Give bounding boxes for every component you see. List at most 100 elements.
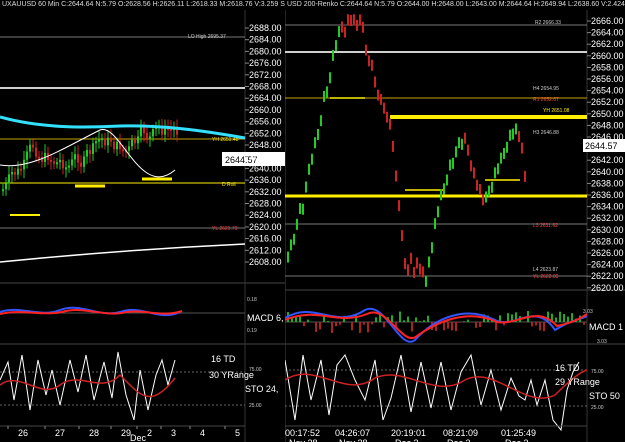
- right-renko-brick: [350, 15, 352, 27]
- right-annot-r2: R2 2666.33: [535, 20, 561, 26]
- left-candle-body: [71, 159, 73, 166]
- right-renko-brick: [470, 160, 472, 172]
- left-candle-body: [146, 133, 148, 139]
- left-macd-tick-2: 0.19: [247, 328, 257, 334]
- right-macd-bar: [559, 311, 561, 322]
- right-macd-bar: [319, 322, 321, 330]
- left-price-label: 2628.00: [249, 199, 282, 209]
- left-price-label: 2648.00: [249, 140, 282, 150]
- left-candle-body: [65, 167, 67, 170]
- right-macd-bar: [379, 314, 381, 322]
- right-renko-brick: [524, 170, 526, 182]
- right-renko-brick: [425, 275, 427, 287]
- right-x-label: 01:25:49: [501, 428, 536, 438]
- right-annot-r1: R1 2652.67: [533, 97, 559, 103]
- left-price-scale: 2688.00 2684.002680.00 2676.00 2672.00 2668.…: [245, 23, 282, 267]
- right-renko-brick: [332, 49, 334, 61]
- right-y-label: 2658.00: [591, 62, 624, 72]
- right-renko-brick: [299, 203, 301, 215]
- left-chart-canvas[interactable]: LO High 2695.37 YH 2651.48 D Roll YL 262…: [0, 0, 285, 442]
- right-renko-brick: [404, 258, 406, 270]
- left-chart-pane[interactable]: UXAUUSD 60 Min C:2644.64 N:5.79 O:2628.5…: [0, 0, 285, 442]
- right-macd-bar: [567, 316, 569, 322]
- left-price-label: 2672.00: [249, 70, 282, 80]
- right-renko-brick: [437, 206, 439, 218]
- right-macd-bar: [359, 322, 361, 333]
- right-renko-brick: [500, 152, 502, 164]
- right-y-label: 2624.00: [591, 260, 624, 270]
- right-renko-brick: [509, 129, 511, 141]
- right-macd-bar: [415, 317, 417, 322]
- left-candle-body: [59, 159, 61, 163]
- right-renko-brick: [518, 131, 520, 143]
- right-x-date: Nov 28: [289, 438, 318, 442]
- right-renko-brick: [506, 141, 508, 153]
- right-macd-bar: [375, 317, 377, 322]
- left-price-label: 2632.00: [249, 187, 282, 197]
- right-renko-brick: [431, 242, 433, 254]
- right-macd-bar: [447, 322, 449, 329]
- right-renko-brick: [503, 147, 505, 159]
- right-renko-brick: [446, 174, 448, 186]
- right-y-label: 2628.00: [591, 236, 624, 246]
- right-y-label: 2666.00: [591, 16, 624, 26]
- right-renko-brick: [476, 179, 478, 191]
- left-price-label: 2636.00: [249, 175, 282, 185]
- left-price-label: 2688.00: [249, 23, 282, 33]
- left-candle-body: [5, 183, 7, 190]
- left-candles: [2, 119, 178, 196]
- right-macd-bar: [403, 320, 405, 322]
- right-y-label: 2634.00: [591, 202, 624, 212]
- right-macd-label: MACD 1: [589, 322, 623, 332]
- right-macd-bar: [427, 315, 429, 322]
- right-sto-tick-75: 75.00: [591, 369, 604, 375]
- right-y-labels: 2666.00 2664.002662.00 2660.002658.00 2656.…: [587, 16, 624, 293]
- right-annot-h3: H3 2646.88: [533, 130, 559, 136]
- right-renko-brick: [440, 189, 442, 201]
- right-macd-bar: [367, 322, 369, 333]
- left-sto-label: STO 24,: [245, 384, 278, 394]
- right-x-date: Dec 3: [447, 438, 471, 442]
- left-range-label: 30 YRange: [209, 370, 254, 380]
- right-x-label: 08:21:09: [443, 428, 478, 438]
- left-candle-body: [101, 138, 103, 141]
- right-renko-brick: [368, 55, 370, 67]
- right-renko-brick: [479, 183, 481, 195]
- right-renko-brick: [287, 251, 289, 263]
- right-renko-brick: [464, 132, 466, 144]
- left-annot-lohigh: LO High 2695.37: [188, 34, 226, 40]
- left-candle-body: [68, 165, 70, 168]
- right-renko-brick: [341, 21, 343, 33]
- left-x-month: Dec: [130, 433, 147, 442]
- left-x-label: 26: [18, 428, 28, 438]
- right-y-label: 2642.00: [591, 155, 624, 165]
- right-chart-canvas[interactable]: 2688.002684.002680.002676.002672.002668.…: [285, 0, 625, 442]
- right-y-label: 2632.00: [591, 213, 624, 223]
- right-y-label: 2636.00: [591, 190, 624, 200]
- left-candle-body: [32, 144, 34, 148]
- right-y-label: 2656.00: [591, 74, 624, 84]
- right-macd-bar: [535, 322, 537, 326]
- right-renko-brick: [389, 118, 391, 130]
- right-renko-brick: [326, 86, 328, 98]
- right-renko-brick: [392, 140, 394, 152]
- right-renko-brick: [383, 102, 385, 114]
- right-renko-brick: [443, 183, 445, 195]
- right-chart-pane[interactable]: USD 200-Renko C:2644.64 N:5.79 O:2644.00…: [285, 0, 625, 442]
- right-macd-bar: [451, 322, 453, 331]
- right-macd-bar: [423, 320, 425, 322]
- right-renko-brick: [416, 257, 418, 269]
- right-macd-bar: [443, 322, 445, 331]
- left-candle-body: [131, 139, 133, 147]
- left-candle-body: [38, 156, 40, 159]
- right-renko-brick: [377, 89, 379, 101]
- right-renko-brick: [410, 252, 412, 264]
- right-renko-brick: [314, 137, 316, 149]
- left-sto-white: [0, 351, 176, 421]
- right-macd-bar: [463, 321, 465, 322]
- right-renko-brick: [380, 93, 382, 105]
- left-price-label: 2668.00: [249, 82, 282, 92]
- right-renko-brick: [461, 138, 463, 150]
- right-annot-l3: L3 2631.62: [533, 223, 558, 229]
- right-x-labels: 00:17:52Nov 2804:26:07Nov 2820:19:01Dec …: [285, 428, 536, 442]
